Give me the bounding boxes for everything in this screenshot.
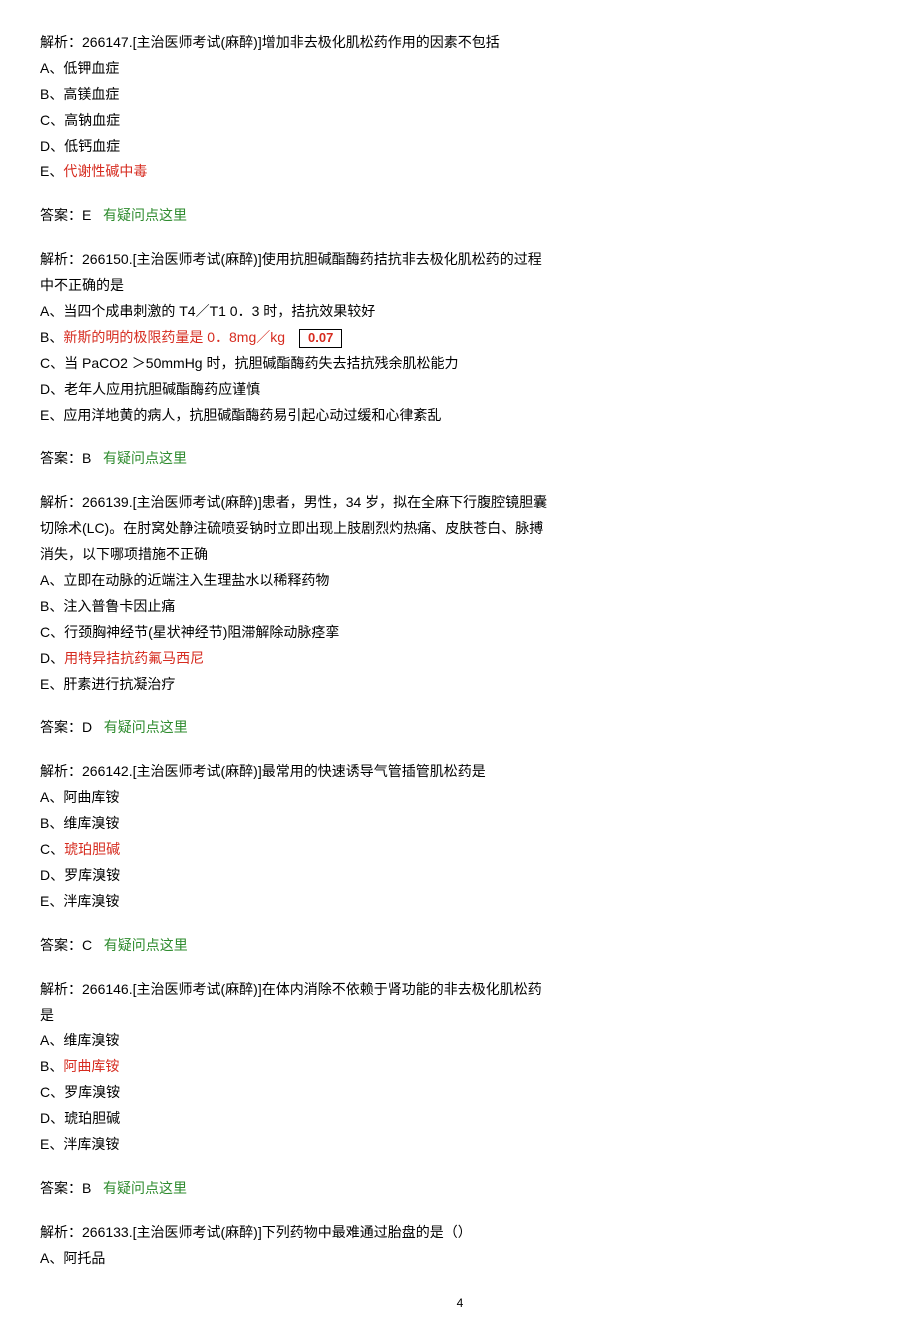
question-stem: 解析：266146.[主治医师考试(麻醉)]在体内消除不依赖于肾功能的非去极化肌… <box>40 977 550 1029</box>
option-e: E、泮库溴铵 <box>40 1132 880 1158</box>
answer-line: 答案：E 有疑问点这里 <box>40 203 880 229</box>
option-c: C、罗库溴铵 <box>40 1080 880 1106</box>
option-b: B、维库溴铵 <box>40 811 880 837</box>
option-d: D、琥珀胆碱 <box>40 1106 880 1132</box>
question-1: 解析：266147.[主治医师考试(麻醉)]增加非去极化肌松药作用的因素不包括 … <box>40 30 880 229</box>
question-stem: 解析：266139.[主治医师考试(麻醉)]患者，男性，34 岁，拟在全麻下行腹… <box>40 490 550 568</box>
correction-box: 0.07 <box>299 329 342 348</box>
option-b: B、阿曲库铵 <box>40 1054 880 1080</box>
option-a: A、立即在动脉的近端注入生理盐水以稀释药物 <box>40 568 880 594</box>
option-highlight: 用特异拮抗药氟马西尼 <box>64 650 204 666</box>
question-stem: 解析：266142.[主治医师考试(麻醉)]最常用的快速诱导气管插管肌松药是 <box>40 759 550 785</box>
option-c: C、高钠血症 <box>40 108 880 134</box>
page-number: 4 <box>40 1292 880 1314</box>
option-a: A、维库溴铵 <box>40 1028 880 1054</box>
answer-line: 答案：B 有疑问点这里 <box>40 446 880 472</box>
answer-text: 答案：B <box>40 450 91 466</box>
answer-line: 答案：C 有疑问点这里 <box>40 933 880 959</box>
question-4: 解析：266142.[主治医师考试(麻醉)]最常用的快速诱导气管插管肌松药是 A… <box>40 759 880 958</box>
option-e: E、代谢性碱中毒 <box>40 159 880 185</box>
option-e: E、肝素进行抗凝治疗 <box>40 672 880 698</box>
option-d: D、低钙血症 <box>40 134 880 160</box>
option-e: E、应用洋地黄的病人，抗胆碱酯酶药易引起心动过缓和心律紊乱 <box>40 403 880 429</box>
question-2: 解析：266150.[主治医师考试(麻醉)]使用抗胆碱酯酶药拮抗非去极化肌松药的… <box>40 247 880 472</box>
option-d: D、用特异拮抗药氟马西尼 <box>40 646 880 672</box>
question-stem: 解析：266147.[主治医师考试(麻醉)]增加非去极化肌松药作用的因素不包括 <box>40 30 550 56</box>
help-link[interactable]: 有疑问点这里 <box>103 207 187 223</box>
question-stem: 解析：266150.[主治医师考试(麻醉)]使用抗胆碱酯酶药拮抗非去极化肌松药的… <box>40 247 550 299</box>
option-a: A、低钾血症 <box>40 56 880 82</box>
question-3: 解析：266139.[主治医师考试(麻醉)]患者，男性，34 岁，拟在全麻下行腹… <box>40 490 880 741</box>
question-6: 解析：266133.[主治医师考试(麻醉)]下列药物中最难通过胎盘的是（） A、… <box>40 1220 880 1272</box>
answer-text: 答案：B <box>40 1180 91 1196</box>
help-link[interactable]: 有疑问点这里 <box>103 450 187 466</box>
option-highlight: 新斯的明的极限药量是 0．8mg／kg <box>63 329 285 345</box>
help-link[interactable]: 有疑问点这里 <box>104 719 188 735</box>
option-d: D、老年人应用抗胆碱酯酶药应谨慎 <box>40 377 880 403</box>
answer-line: 答案：D 有疑问点这里 <box>40 715 880 741</box>
option-d: D、罗库溴铵 <box>40 863 880 889</box>
answer-line: 答案：B 有疑问点这里 <box>40 1176 880 1202</box>
option-a: A、当四个成串刺激的 T4／T1 0．3 时，拮抗效果较好 <box>40 299 880 325</box>
option-b: B、高镁血症 <box>40 82 880 108</box>
option-highlight: 琥珀胆碱 <box>64 841 120 857</box>
help-link[interactable]: 有疑问点这里 <box>104 937 188 953</box>
answer-text: 答案：E <box>40 207 91 223</box>
option-b: B、注入普鲁卡因止痛 <box>40 594 880 620</box>
option-c: C、行颈胸神经节(星状神经节)阻滞解除动脉痉挛 <box>40 620 880 646</box>
option-c: C、琥珀胆碱 <box>40 837 880 863</box>
question-5: 解析：266146.[主治医师考试(麻醉)]在体内消除不依赖于肾功能的非去极化肌… <box>40 977 880 1202</box>
answer-text: 答案：D <box>40 719 92 735</box>
option-b: B、新斯的明的极限药量是 0．8mg／kg0.07 <box>40 325 880 351</box>
option-c: C、当 PaCO2 ＞50mmHg 时，抗胆碱酯酶药失去拮抗残余肌松能力 <box>40 351 880 377</box>
option-a: A、阿曲库铵 <box>40 785 880 811</box>
option-highlight: 阿曲库铵 <box>63 1058 119 1074</box>
option-e: E、泮库溴铵 <box>40 889 880 915</box>
option-highlight: 代谢性碱中毒 <box>63 163 147 179</box>
help-link[interactable]: 有疑问点这里 <box>103 1180 187 1196</box>
answer-text: 答案：C <box>40 937 92 953</box>
question-stem: 解析：266133.[主治医师考试(麻醉)]下列药物中最难通过胎盘的是（） <box>40 1220 550 1246</box>
option-a: A、阿托品 <box>40 1246 880 1272</box>
